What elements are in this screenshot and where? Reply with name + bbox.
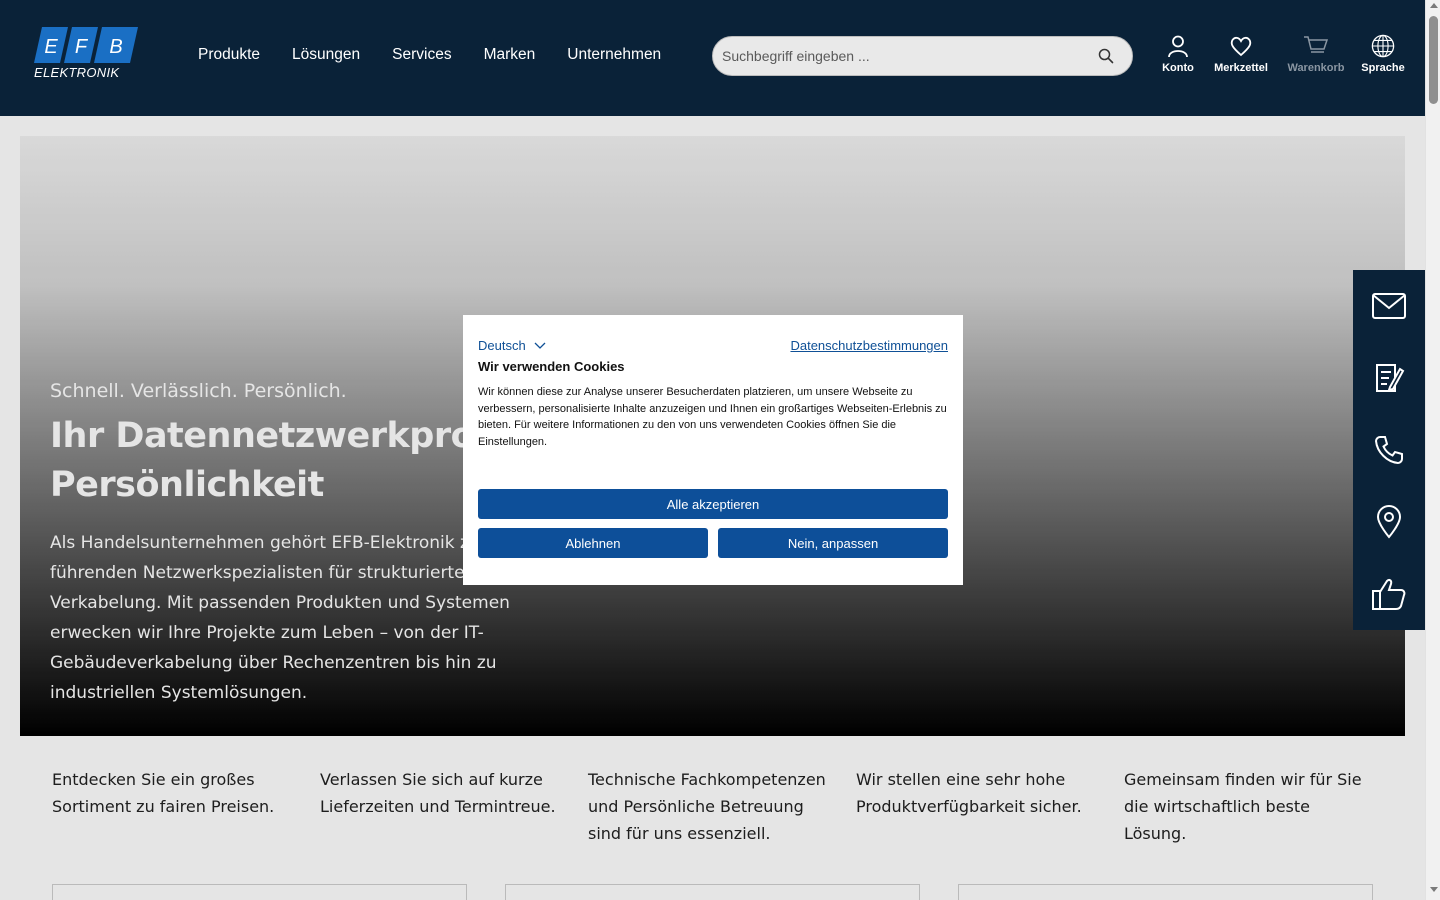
heart-icon bbox=[1230, 36, 1252, 57]
language-select[interactable]: Deutsch bbox=[478, 338, 546, 353]
page-scrollbar[interactable] bbox=[1425, 0, 1440, 900]
nav-item-unternehmen[interactable]: Unternehmen bbox=[567, 46, 661, 64]
logo-letter-b: B bbox=[109, 36, 122, 58]
wishlist-button[interactable]: Merkzettel bbox=[1212, 34, 1270, 74]
user-icon bbox=[1168, 35, 1188, 58]
chevron-down-icon bbox=[534, 342, 546, 349]
cart-button[interactable]: Warenkorb bbox=[1286, 34, 1346, 74]
customize-button[interactable]: Nein, anpassen bbox=[718, 528, 948, 558]
nav-item-produkte[interactable]: Produkte bbox=[198, 46, 260, 64]
location-icon bbox=[1376, 505, 1402, 539]
language-label: Sprache bbox=[1361, 62, 1405, 74]
contact-mail-button[interactable] bbox=[1353, 270, 1425, 342]
contact-location-button[interactable] bbox=[1353, 486, 1425, 558]
contact-feedback-button[interactable] bbox=[1353, 558, 1425, 630]
logo-wordmark: ELEKTRONIK bbox=[34, 65, 120, 80]
cookie-dialog-text: Wir können diese zur Analyse unserer Bes… bbox=[478, 386, 947, 449]
logo-letter-f: F bbox=[75, 36, 89, 58]
nav-item-marken[interactable]: Marken bbox=[484, 46, 536, 64]
language-select-value: Deutsch bbox=[478, 338, 526, 353]
accept-all-button[interactable]: Alle akzeptieren bbox=[478, 489, 948, 519]
contact-sidebar bbox=[1353, 270, 1425, 630]
mail-icon bbox=[1372, 293, 1406, 319]
cookie-dialog: Deutsch Datenschutzbestimmungen Wir verw… bbox=[463, 315, 963, 585]
account-label: Konto bbox=[1162, 62, 1194, 74]
phone-icon bbox=[1374, 436, 1403, 465]
logo-letter-e: E bbox=[44, 36, 58, 58]
main-nav: Produkte Lösungen Services Marken Untern… bbox=[198, 46, 693, 64]
language-button[interactable]: Sprache bbox=[1360, 34, 1406, 74]
efb-logo[interactable]: E F B ELEKTRONIK bbox=[32, 25, 140, 81]
globe-icon bbox=[1371, 34, 1395, 58]
thumbs-up-icon bbox=[1372, 579, 1406, 610]
nav-item-services[interactable]: Services bbox=[392, 46, 451, 64]
contact-form-button[interactable] bbox=[1353, 342, 1425, 414]
scroll-down-arrow-icon[interactable] bbox=[1430, 887, 1438, 892]
cart-icon bbox=[1304, 36, 1329, 53]
logo-mark: E F B bbox=[34, 27, 138, 63]
privacy-policy-link[interactable]: Datenschutzbestimmungen bbox=[790, 338, 948, 353]
nav-item-loesungen[interactable]: Lösungen bbox=[292, 46, 360, 64]
cookie-dialog-title: Wir verwenden Cookies bbox=[478, 359, 625, 374]
wishlist-label: Merkzettel bbox=[1214, 62, 1268, 74]
scrollbar-thumb[interactable] bbox=[1429, 16, 1438, 104]
account-button[interactable]: Konto bbox=[1159, 34, 1197, 74]
search-icon[interactable] bbox=[1097, 47, 1115, 65]
decline-button[interactable]: Ablehnen bbox=[478, 528, 708, 558]
form-icon bbox=[1376, 364, 1405, 392]
search-input[interactable] bbox=[722, 37, 1082, 75]
contact-phone-button[interactable] bbox=[1353, 414, 1425, 486]
search-box bbox=[712, 36, 1133, 76]
scroll-up-arrow-icon[interactable] bbox=[1430, 3, 1438, 8]
cart-label: Warenkorb bbox=[1287, 62, 1345, 74]
site-header: E F B ELEKTRONIK Produkte Lösungen Servi… bbox=[0, 0, 1425, 116]
